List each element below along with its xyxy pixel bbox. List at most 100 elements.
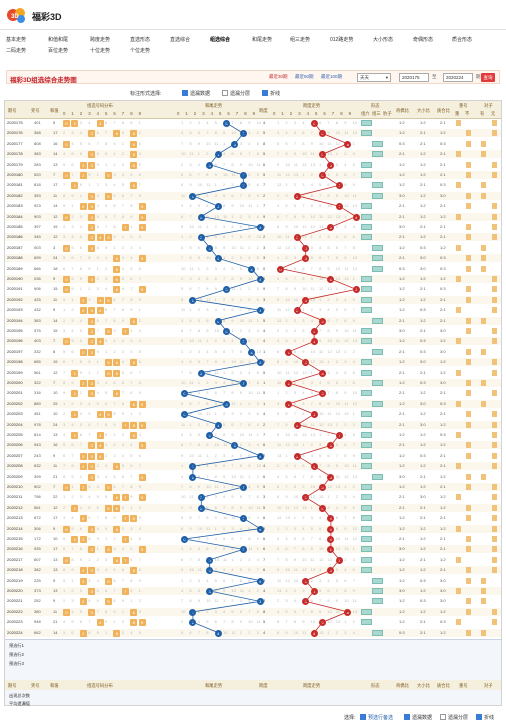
digit-miss: 5	[80, 609, 82, 614]
digit-miss: 8	[113, 224, 115, 229]
digit-miss: 1	[97, 172, 99, 177]
span-miss: 5	[319, 182, 321, 187]
nav-link[interactable]: 奇偶形态	[413, 36, 433, 43]
span-miss: 1	[277, 120, 279, 125]
digit-miss: 3	[97, 567, 99, 572]
nav-link[interactable]: 二码走势	[6, 47, 26, 54]
tail-miss: 4	[181, 474, 183, 479]
span-miss: 5	[336, 307, 338, 312]
predict-row-checkbox[interactable]	[360, 714, 366, 720]
digit-miss: 5	[130, 266, 132, 271]
prize-cell: 906	[34, 286, 41, 291]
prize-cell: 380	[34, 609, 41, 614]
table-footer: 预选行1 预选行2 预选行3 期号 奖号 和值 组选号码分布 和尾走势 跨度 跨度走势 形态 奇偶比大…	[5, 639, 501, 705]
digit-miss: 2	[122, 619, 124, 624]
nav-link[interactable]: 大小形态	[373, 36, 393, 43]
digit-miss: 9	[97, 536, 99, 541]
nav-link[interactable]: 直选形态	[130, 36, 150, 43]
tail-miss: 7	[181, 598, 183, 603]
nav-link[interactable]: 组三走势	[290, 36, 310, 43]
digit-miss: 2	[71, 307, 73, 312]
nav-link[interactable]: 组选综合	[210, 36, 230, 43]
from-issue-input[interactable]: 2020175	[399, 73, 429, 82]
repeat-marker	[456, 463, 461, 469]
col-repeat-2: 不	[465, 111, 469, 117]
digit-hit: 3	[88, 609, 95, 616]
bottom-missing-data-checkbox[interactable]	[404, 714, 410, 720]
span-miss: 9	[311, 546, 313, 551]
digit-miss: 4	[71, 141, 73, 146]
span-miss: 11	[353, 193, 357, 198]
bottom-options: 选择: 预选行备选 遗漏数据 遗漏分层 折线	[0, 709, 506, 726]
span-miss: 9	[294, 557, 296, 562]
digit-miss: 3	[80, 588, 82, 593]
nav-link[interactable]: 012路走势	[330, 36, 353, 43]
tail-miss: 1	[248, 474, 250, 479]
span-ball: 7	[336, 182, 343, 189]
lottery-select[interactable]: 天天 ▾	[357, 73, 391, 82]
tail-ball: 3	[206, 432, 213, 439]
pair-marker	[492, 609, 497, 615]
span-miss: 13	[277, 588, 281, 593]
tail-miss: 11	[223, 214, 227, 219]
tail-miss: 9	[189, 526, 191, 531]
span-miss: 4	[327, 578, 329, 583]
span-miss: 10	[285, 432, 289, 437]
tail-miss: 2	[257, 245, 259, 250]
digit-miss: 4	[139, 526, 141, 531]
tail-miss: 10	[231, 474, 235, 479]
nav-link[interactable]: 质合形态	[452, 36, 472, 43]
digit-miss: 8	[80, 359, 82, 364]
span-miss: 1	[311, 505, 313, 510]
bottom-polyline-checkbox[interactable]	[476, 714, 482, 720]
digit-miss: 8	[63, 193, 65, 198]
span-miss: 13	[302, 505, 306, 510]
prime-cell: 3:0	[440, 193, 446, 198]
nav-link[interactable]: 个位走势	[130, 47, 150, 54]
span-miss: 9	[344, 255, 346, 260]
nav-link[interactable]: 十位走势	[90, 47, 110, 54]
odd-even-cell: 2:1	[399, 318, 405, 323]
digit-header: 0	[177, 111, 179, 116]
digit-miss: 6	[80, 245, 82, 250]
digit-miss: 9	[105, 338, 107, 343]
polyline-checkbox[interactable]	[262, 90, 268, 96]
span-miss: 2	[311, 172, 313, 177]
span-miss: 12	[302, 162, 306, 167]
missing-data-checkbox[interactable]	[182, 90, 188, 96]
span-miss: 11	[285, 505, 289, 510]
digit-miss: 5	[63, 255, 65, 260]
query-button[interactable]: 查询	[481, 73, 495, 82]
recent100-link[interactable]: 最近100期	[321, 74, 342, 80]
to-issue-input[interactable]: 2020224	[443, 73, 473, 82]
digit-miss: 6	[122, 567, 124, 572]
span-miss: 4	[277, 474, 279, 479]
tail-miss: 5	[189, 359, 191, 364]
digit-miss: 7	[113, 214, 115, 219]
missing-layer-checkbox[interactable]	[222, 90, 228, 96]
digit-miss: 6	[105, 214, 107, 219]
tail-miss: 4	[248, 141, 250, 146]
odd-even-cell: 1:2	[399, 598, 405, 603]
digit-miss: 9	[97, 630, 99, 635]
recent50-link[interactable]: 最近50期	[295, 74, 314, 80]
span-miss: 3	[294, 120, 296, 125]
nav-link[interactable]: 百位走势	[48, 47, 68, 54]
digit-miss: 8	[88, 255, 90, 260]
digit-hit: 6	[113, 557, 120, 564]
table-row: 2020215 172 10 5 1 2 8 9 1 2 7 4 5 0 1 2 3 4 5 6 7 8 9 6 3 4 5 6 7 8 6…	[5, 535, 501, 543]
nav-link[interactable]: 跨度走势	[90, 36, 110, 43]
span-miss: 10	[344, 193, 348, 198]
nav-link[interactable]: 和尾走势	[252, 36, 272, 43]
bottom-missing-layer-checkbox[interactable]	[440, 714, 446, 720]
nav-link[interactable]: 直选综合	[170, 36, 190, 43]
tail-miss: 8	[198, 557, 200, 562]
span-miss: 4	[336, 234, 338, 239]
issue-cell: 2020216	[7, 546, 23, 551]
recent30-link[interactable]: 最近30期	[269, 74, 288, 80]
digit-miss: 6	[97, 505, 99, 510]
nav-link[interactable]: 基本走势	[6, 36, 26, 43]
nav-link[interactable]: 和值和尾	[48, 36, 68, 43]
digit-header: 2	[290, 111, 292, 116]
span-miss: 1	[344, 214, 346, 219]
